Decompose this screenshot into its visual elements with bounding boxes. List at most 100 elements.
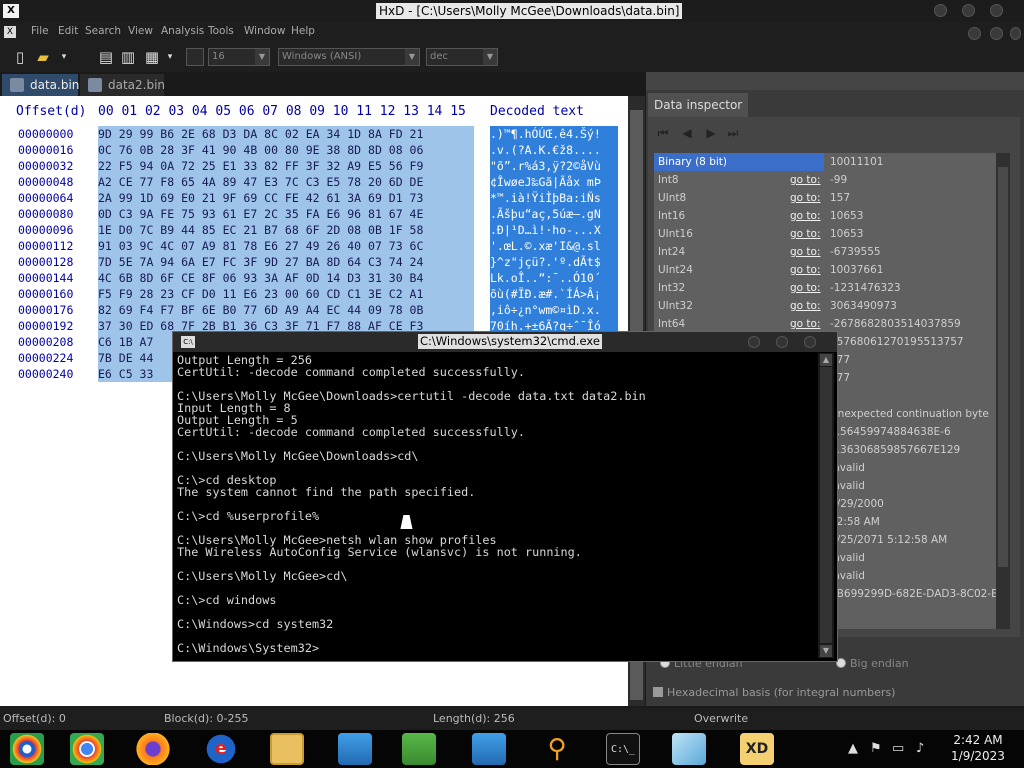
volume-icon[interactable]: ♪ — [916, 741, 924, 756]
tab-data-bin[interactable]: data.bin — [2, 74, 79, 96]
inspector-row[interactable]: Int16 go to: 10653 — [654, 207, 996, 225]
inspector-value[interactable]: 1.36306859857667E129 — [830, 441, 960, 459]
goto-link[interactable]: go to: — [790, 207, 821, 225]
inspector-value[interactable]: {B699299D-682E-DAD3-8C02-EA3 — [830, 585, 996, 603]
hex-bytes-cell[interactable]: 22 F5 94 0A 72 25 E1 33 82 FF 3F 32 A9 E… — [98, 158, 474, 174]
offset-base-select[interactable]: dec ▼ — [426, 48, 498, 66]
hex-bytes-cell[interactable]: 0C 76 0B 28 3F 41 90 4B 00 80 9E 38 8D 8… — [98, 142, 474, 158]
goto-link[interactable]: go to: — [790, 261, 821, 279]
inspector-value[interactable]: -2678682803514037859 — [830, 315, 961, 333]
charset-select[interactable]: Windows (ANSI) ▼ — [278, 48, 420, 66]
inspector-row[interactable]: UInt8 go to: 157 — [654, 189, 996, 207]
ie-icon[interactable]: e — [204, 733, 238, 765]
save-icon[interactable]: ▤ — [96, 47, 116, 67]
goto-link[interactable]: go to: — [790, 225, 821, 243]
clock[interactable]: 2:42 AM 1/9/2023 — [938, 732, 1018, 764]
copy-icon[interactable]: ▦ — [142, 47, 162, 67]
hex-toggle-icon[interactable] — [186, 48, 204, 66]
inspector-value[interactable]: 2/29/2000 — [830, 495, 884, 513]
hex-bytes-cell[interactable]: 2A 99 1D 69 E0 21 9F 69 CC FE 42 61 3A 6… — [98, 190, 474, 206]
hex-bytes-cell[interactable]: 4C 6B 8D 6F CE 8F 06 93 3A AF 0D 14 D3 3… — [98, 270, 474, 286]
inspector-row[interactable]: UInt16 go to: 10653 — [654, 225, 996, 243]
cmd-close-button[interactable] — [804, 336, 816, 348]
doc-minimize-button[interactable] — [968, 27, 981, 40]
scroll-up-icon[interactable]: ▲ — [820, 354, 832, 366]
menu-file[interactable]: File — [31, 25, 49, 37]
inspector-value[interactable]: Unexpected continuation byte — [830, 405, 989, 423]
cmd-scrollbar[interactable]: ▲ ▼ — [818, 353, 834, 658]
cmd-task-icon[interactable]: C:\_ — [606, 733, 640, 765]
inspector-value[interactable]: -1231476323 — [830, 279, 901, 297]
inspector-value[interactable]: 3063490973 — [830, 297, 897, 315]
explorer-icon[interactable] — [270, 733, 304, 765]
inspector-value[interactable]: -6739555 — [830, 243, 881, 261]
firefox-icon[interactable] — [136, 733, 170, 765]
open-dropdown-icon[interactable]: ▾ — [54, 47, 74, 67]
menu-search[interactable]: Search — [85, 25, 121, 37]
next-icon[interactable]: ▶ — [704, 126, 718, 142]
network-tool-2-icon[interactable] — [472, 733, 506, 765]
decoded-text-cell[interactable]: }^z"jçü?.'º.dÃt$ — [490, 254, 618, 270]
hex-bytes-cell[interactable]: 91 03 9C 4C 07 A9 81 78 E6 27 49 26 40 0… — [98, 238, 474, 254]
network-icon[interactable]: ▭ — [892, 741, 904, 756]
decoded-text-cell[interactable]: õù(#ÏÐ.æ#.`ÍÁ>Â¡ — [490, 286, 618, 302]
big-endian-radio[interactable]: Big endian — [836, 657, 909, 670]
maximize-button[interactable] — [962, 4, 975, 17]
inspector-value[interactable]: 2/25/2071 5:12:58 AM — [830, 531, 947, 549]
close-button[interactable] — [990, 4, 1003, 17]
goto-link[interactable]: go to: — [790, 297, 821, 315]
goto-link[interactable]: go to: — [790, 189, 821, 207]
mdi-doc-icon[interactable]: X — [4, 26, 16, 38]
notepad-icon[interactable] — [672, 733, 706, 765]
tab-data-inspector[interactable]: Data inspector — [648, 93, 749, 117]
save-all-icon[interactable]: ▥ — [118, 47, 138, 67]
inspector-row[interactable]: Int8 go to: -99 — [654, 171, 996, 189]
inspector-row[interactable]: Int32 go to: -1231476323 — [654, 279, 996, 297]
goto-link[interactable]: go to: — [790, 279, 821, 297]
chrome-icon[interactable] — [70, 733, 104, 765]
hex-bytes-cell[interactable]: 9D 29 99 B6 2E 68 D3 DA 8C 02 EA 34 1D 8… — [98, 126, 474, 142]
hex-bytes-cell[interactable]: 7D 5E 7A 94 6A E7 FC 3F 9D 27 BA 8D 64 C… — [98, 254, 474, 270]
decoded-text-cell[interactable]: ¢ÎwøeJ‰Gã|Ãåx mÞ — [490, 174, 618, 190]
inspector-value[interactable]: 1.56459974884638E-6 — [830, 423, 951, 441]
doc-close-button[interactable] — [1010, 27, 1021, 40]
decoded-text-cell[interactable]: .v.(?A.K.€ž8.... — [490, 142, 618, 158]
cmd-icon[interactable]: C:\ — [181, 336, 195, 348]
action-center-flag-icon[interactable]: ⚑ — [870, 741, 882, 756]
inspector-value[interactable]: 10037661 — [830, 261, 883, 279]
new-file-icon[interactable]: ▯ — [10, 47, 30, 67]
hxd-app-icon[interactable]: X — [3, 4, 19, 18]
decoded-text-cell[interactable]: .Ãšþu“aç,5úæ–.gN — [490, 206, 618, 222]
tab-data2-bin[interactable]: data2.bin — [80, 74, 165, 96]
inspector-row[interactable]: UInt32 go to: 3063490973 — [654, 297, 996, 315]
goto-link[interactable]: go to: — [790, 171, 821, 189]
inspector-row[interactable]: UInt24 go to: 10037661 — [654, 261, 996, 279]
decoded-text-cell[interactable]: *™.ià!ŸiÌþBa:iÑs — [490, 190, 618, 206]
open-folder-icon[interactable]: ▰ — [33, 47, 53, 67]
first-icon[interactable]: ⏮ — [656, 126, 670, 142]
hex-bytes-cell[interactable]: A2 CE 77 F8 65 4A 89 47 E3 7C C3 E5 78 2… — [98, 174, 474, 190]
scroll-down-icon[interactable]: ▼ — [820, 645, 832, 657]
show-hidden-icons-icon[interactable]: ▲ — [848, 741, 858, 756]
decoded-text-cell[interactable]: Lk.oÎ..“:¯..Ó10´ — [490, 270, 618, 286]
hxd-task-icon[interactable]: XD — [740, 733, 774, 765]
menu-tools[interactable]: Tools — [208, 25, 234, 37]
doc-restore-button[interactable] — [990, 27, 1003, 40]
inspector-value[interactable]: 10653 — [830, 225, 863, 243]
cmd-minimize-button[interactable] — [748, 336, 760, 348]
goto-link[interactable]: go to: — [790, 243, 821, 261]
decoded-text-cell[interactable]: ‚iô÷¿n°wm©¤ìD.x. — [490, 302, 618, 318]
inspector-scrollbar[interactable] — [996, 153, 1010, 629]
menu-edit[interactable]: Edit — [58, 25, 78, 37]
inspector-row[interactable]: Int24 go to: -6739555 — [654, 243, 996, 261]
chrome-alt-icon[interactable] — [10, 733, 44, 765]
last-icon[interactable]: ⏭ — [726, 126, 740, 142]
bytes-per-row-select[interactable]: 16 ▼ — [208, 48, 270, 66]
menu-view[interactable]: View — [128, 25, 153, 37]
console-output[interactable]: Output Length = 256 CertUtil: -decode co… — [177, 354, 817, 659]
inspector-value[interactable]: 10653 — [830, 207, 863, 225]
decoded-text-cell[interactable]: "õ”.r%á3‚ÿ?2©åVù — [490, 158, 618, 174]
hex-bytes-cell[interactable]: 0D C3 9A FE 75 93 61 E7 2C 35 FA E6 96 8… — [98, 206, 474, 222]
network-tool-icon[interactable] — [338, 733, 372, 765]
hex-bytes-cell[interactable]: 1E D0 7C B9 44 85 EC 21 B7 68 6F 2D 08 0… — [98, 222, 474, 238]
